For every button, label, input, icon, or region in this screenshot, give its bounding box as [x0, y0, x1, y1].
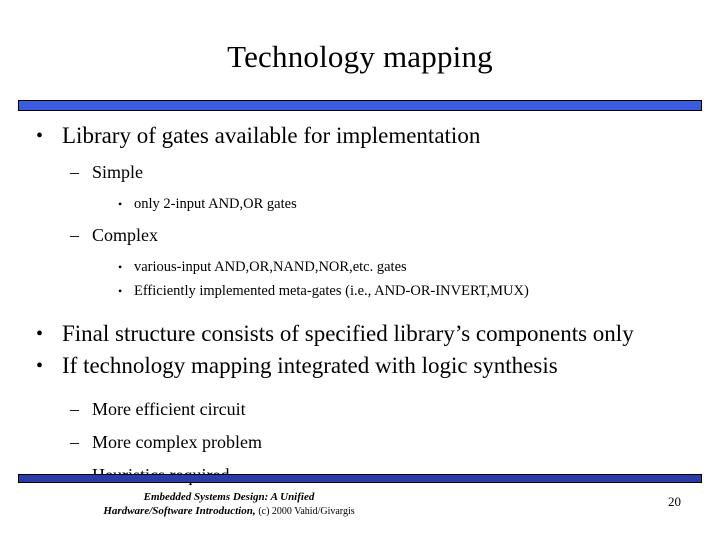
slide-body: • Library of gates available for impleme… — [0, 121, 720, 489]
footer-divider-bar — [18, 474, 702, 483]
bullet-level1-final-structure: • Final structure consists of specified … — [0, 319, 720, 349]
bullet-text: Final structure consists of specified li… — [62, 321, 634, 346]
bullet-level2-simple: – Simple — [0, 159, 720, 186]
book-title-line1: Embedded Systems Design: A Unified — [143, 491, 315, 503]
bullet-marker-icon: • — [36, 355, 44, 377]
page-number: 20 — [668, 494, 681, 509]
bullet-level2-complex: – Complex — [0, 222, 720, 249]
dash-marker-icon: – — [70, 162, 79, 182]
bullet-level1-library: • Library of gates available for impleme… — [0, 121, 720, 151]
page-title: Technology mapping — [227, 39, 493, 74]
footer-line-1: Embedded Systems Design: A Unified — [14, 490, 444, 504]
bullet-text: More complex problem — [92, 432, 262, 452]
slide: Technology mapping • Library of gates av… — [0, 0, 720, 540]
bullet-text: various-input AND,OR,NAND,NOR,etc. gates — [134, 259, 407, 275]
bullet-level2-more-efficient: – More efficient circuit — [0, 396, 720, 423]
footer-citation: Embedded Systems Design: A Unified Hardw… — [14, 490, 444, 519]
bullet-text: More efficient circuit — [92, 399, 246, 419]
dash-marker-icon: – — [70, 225, 79, 245]
bullet-level3-meta-gates: • Efficiently implemented meta-gates (i.… — [0, 279, 720, 303]
bullet-text: Efficiently implemented meta-gates (i.e.… — [134, 283, 529, 299]
dot-marker-icon: • — [118, 284, 123, 298]
bullet-marker-icon: • — [36, 323, 44, 345]
bullet-marker-icon: • — [36, 125, 44, 147]
title-divider-bar — [18, 100, 702, 111]
dot-marker-icon: • — [118, 260, 123, 274]
bullet-text: Library of gates available for implement… — [62, 123, 481, 148]
dash-marker-icon: – — [70, 432, 79, 452]
dot-marker-icon: • — [118, 197, 123, 211]
bullet-level3-only-2-input: • only 2-input AND,OR gates — [0, 192, 720, 216]
dash-marker-icon: – — [70, 399, 79, 419]
footer-line-2: Hardware/Software Introduction, (c) 2000… — [14, 504, 444, 519]
bullet-text: Complex — [92, 225, 158, 245]
bullet-text: only 2-input AND,OR gates — [134, 196, 297, 212]
copyright-text: (c) 2000 Vahid/Givargis — [258, 506, 355, 517]
bullet-text: Simple — [92, 162, 144, 182]
bullet-level3-various-input: • various-input AND,OR,NAND,NOR,etc. gat… — [0, 255, 720, 279]
bullet-level1-if-tech-mapping: • If technology mapping integrated with … — [0, 351, 720, 381]
bullet-text: If technology mapping integrated with lo… — [62, 353, 558, 378]
book-title-line2: Hardware/Software Introduction, — [103, 505, 256, 517]
bullet-level2-more-complex: – More complex problem — [0, 429, 720, 456]
